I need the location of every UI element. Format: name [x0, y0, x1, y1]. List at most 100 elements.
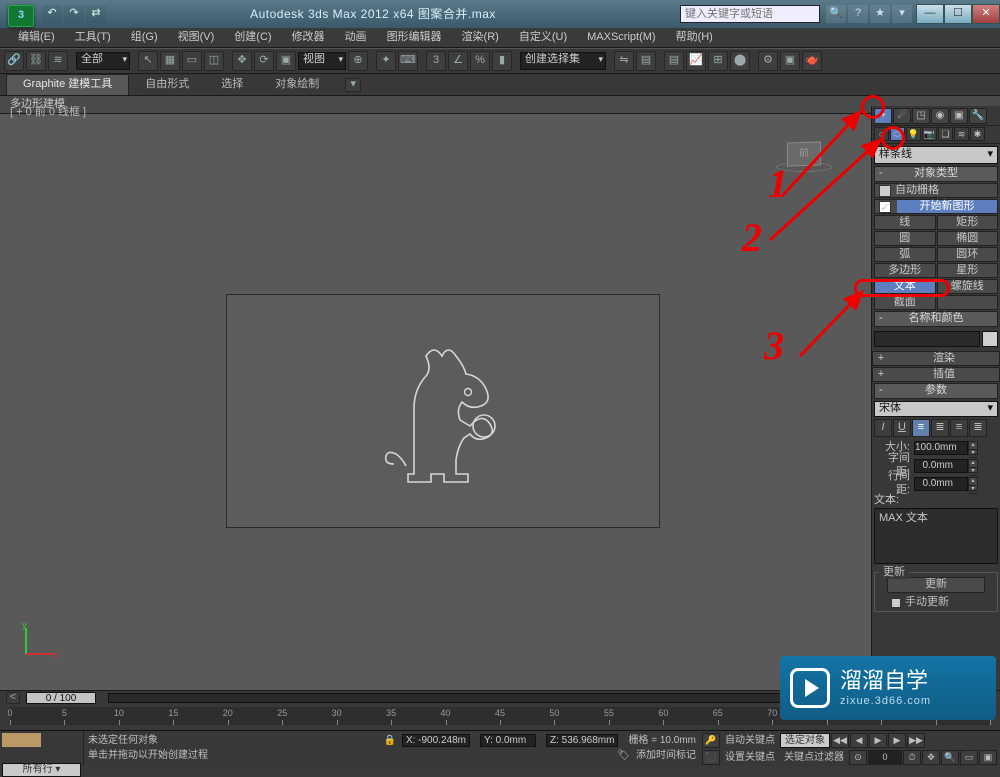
layers-icon[interactable]: ▤ — [664, 51, 684, 71]
menu-edit[interactable]: 编辑(E) — [8, 29, 65, 46]
object-color-swatch[interactable] — [982, 331, 998, 347]
update-button[interactable]: 更新 — [887, 577, 985, 593]
object-type-header[interactable]: 对象类型 — [874, 166, 998, 182]
track-arrow-icon[interactable]: < — [6, 692, 20, 704]
align-icon[interactable]: ▤ — [636, 51, 656, 71]
shape-category-dropdown[interactable]: 样条线▾ — [874, 146, 998, 164]
space-warps-icon[interactable]: ≋ — [954, 127, 969, 141]
refcoord-dropdown[interactable]: 视图 — [298, 52, 346, 70]
autokey-button[interactable]: 自动关键点 — [721, 733, 779, 748]
lead-input[interactable]: 0.0mm — [914, 477, 968, 491]
size-input[interactable]: 100.0mm — [914, 441, 968, 455]
render-rollup[interactable]: +渲染 — [872, 351, 1000, 366]
display-tab-icon[interactable]: ▣ — [950, 108, 968, 124]
hierarchy-tab-icon[interactable]: ◳ — [912, 108, 930, 124]
ribbon-tab-paint[interactable]: 对象绘制 — [259, 75, 335, 94]
render-frame-icon[interactable]: ▣ — [780, 51, 800, 71]
snap-icon[interactable]: 3 — [426, 51, 446, 71]
align-left-button[interactable]: ≡ — [912, 419, 930, 437]
minimize-button[interactable]: — — [916, 4, 944, 24]
frame-indicator[interactable]: 0 / 100 — [26, 692, 96, 704]
menu-group[interactable]: 组(G) — [121, 29, 168, 46]
shape-helix[interactable]: 螺旋线 — [937, 279, 999, 294]
nav-region-icon[interactable]: ▭ — [960, 750, 978, 765]
curve-editor-icon[interactable]: 📈 — [686, 51, 706, 71]
manual-update-check[interactable]: 手动更新 — [877, 596, 995, 609]
lock-icon[interactable]: 🔒 — [383, 735, 395, 747]
utilities-tab-icon[interactable]: 🔧 — [969, 108, 987, 124]
shape-line[interactable]: 线 — [874, 215, 936, 230]
menu-modifiers[interactable]: 修改器 — [282, 29, 335, 46]
scale-icon[interactable]: ▣ — [276, 51, 296, 71]
shapes-icon[interactable]: ⬭ — [890, 127, 905, 141]
coord-x[interactable]: X: -900.248m — [402, 734, 470, 747]
shape-text[interactable]: 文本 — [874, 279, 936, 294]
angle-snap-icon[interactable]: ∠ — [448, 51, 468, 71]
interp-rollup[interactable]: +插值 — [872, 367, 1000, 382]
modify-tab-icon[interactable]: ☄ — [893, 108, 911, 124]
align-justify-button[interactable]: ≣ — [969, 419, 987, 437]
underline-button[interactable]: U — [893, 419, 911, 437]
mirror-icon[interactable]: ⇋ — [614, 51, 634, 71]
viewport-label[interactable]: [ + 0 前 0 线框 ] — [10, 106, 86, 119]
nav-max-icon[interactable]: ▣ — [979, 750, 997, 765]
time-tag-icon[interactable]: 🏷 — [617, 750, 630, 762]
help-icon[interactable]: ? — [848, 5, 868, 23]
menu-maxscript[interactable]: MAXScript(M) — [577, 29, 665, 46]
key-big-icon[interactable]: ⬛ — [702, 750, 720, 765]
undo-icon[interactable]: ↶ — [42, 5, 62, 23]
drop-icon[interactable]: ▾ — [892, 5, 912, 23]
lights-icon[interactable]: 💡 — [906, 127, 921, 141]
app-icon[interactable]: 3 — [8, 5, 34, 27]
italic-button[interactable]: I — [874, 419, 892, 437]
play-icon[interactable]: ▶ — [869, 733, 887, 748]
prev-frame-icon[interactable]: ◀ — [850, 733, 868, 748]
bind-icon[interactable]: ≋ — [48, 51, 68, 71]
schematic-icon[interactable]: ⊞ — [708, 51, 728, 71]
nav-zoom-icon[interactable]: 🔍 — [941, 750, 959, 765]
track-key-icon[interactable] — [2, 733, 41, 747]
goto-start-icon[interactable]: ◀◀ — [831, 733, 849, 748]
shape-rectangle[interactable]: 矩形 — [937, 215, 999, 230]
star-icon[interactable]: ★ — [870, 5, 890, 23]
window-crossing-icon[interactable]: ◫ — [204, 51, 224, 71]
rotate-icon[interactable]: ⟳ — [254, 51, 274, 71]
geometry-icon[interactable]: ○ — [874, 127, 889, 141]
add-tag-label[interactable]: 添加时间标记 — [636, 750, 696, 762]
name-color-header[interactable]: 名称和颜色 — [874, 311, 998, 327]
unlink-icon[interactable]: ⛓ — [26, 51, 46, 71]
link-icon[interactable]: 🔗 — [4, 51, 24, 71]
render-icon[interactable]: 🫖 — [802, 51, 822, 71]
move-icon[interactable]: ✥ — [232, 51, 252, 71]
keymode-icon[interactable]: ⌨ — [398, 51, 418, 71]
setkey-button[interactable]: 设置关键点 — [721, 750, 779, 765]
menu-help[interactable]: 帮助(H) — [666, 29, 723, 46]
ribbon-panel[interactable]: 多边形建模 — [0, 96, 1000, 114]
select-name-icon[interactable]: ▦ — [160, 51, 180, 71]
menu-view[interactable]: 视图(V) — [168, 29, 225, 46]
nav-pan-icon[interactable]: ✥ — [922, 750, 940, 765]
spinner-snap-icon[interactable]: ▮ — [492, 51, 512, 71]
shape-arc[interactable]: 弧 — [874, 247, 936, 262]
search-input[interactable] — [680, 5, 820, 23]
shape-star[interactable]: 星形 — [937, 263, 999, 278]
menu-tools[interactable]: 工具(T) — [65, 29, 121, 46]
percent-snap-icon[interactable]: % — [470, 51, 490, 71]
autogrid-check[interactable]: 自动栅格 — [874, 183, 998, 198]
coord-y[interactable]: Y: 0.0mm — [480, 734, 536, 747]
font-dropdown[interactable]: 宋体▾ — [874, 401, 998, 417]
kern-input[interactable]: 0.0mm — [914, 459, 968, 473]
menu-custom[interactable]: 自定义(U) — [509, 29, 577, 46]
menu-create[interactable]: 创建(C) — [224, 29, 281, 46]
next-frame-icon[interactable]: ▶ — [888, 733, 906, 748]
close-button[interactable]: ✕ — [972, 4, 1000, 24]
params-header[interactable]: 参数 — [874, 383, 998, 399]
object-name-input[interactable] — [874, 331, 980, 347]
selset-readout[interactable]: 选定对象 — [780, 733, 830, 748]
text-input[interactable]: MAX 文本 — [874, 508, 998, 564]
redo-icon[interactable]: ↷ — [64, 5, 84, 23]
menu-anim[interactable]: 动画 — [335, 29, 377, 46]
key-icon[interactable]: 🔑 — [702, 733, 720, 748]
link-icon[interactable]: ⇄ — [86, 5, 106, 23]
goto-end-icon[interactable]: ▶▶ — [907, 733, 925, 748]
